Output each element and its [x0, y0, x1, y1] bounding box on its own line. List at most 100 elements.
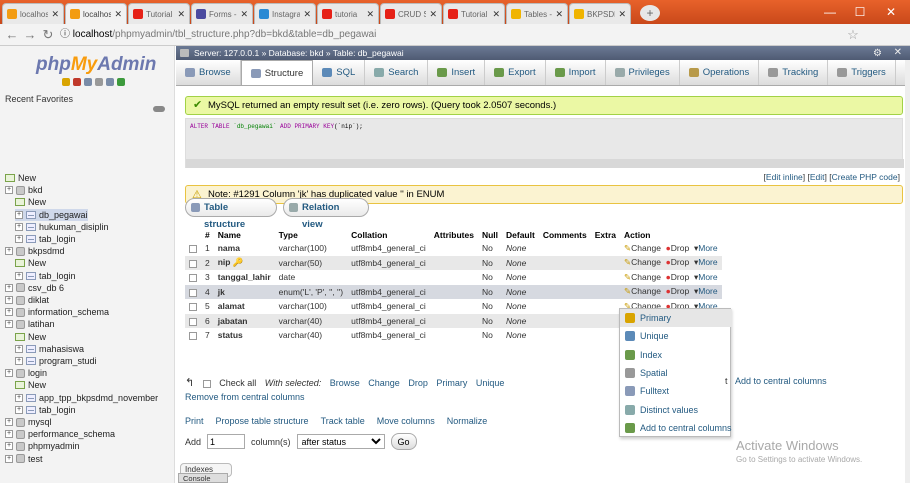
back-icon[interactable]: ←	[4, 27, 20, 42]
tree-table[interactable]: + db_pegawai	[15, 208, 88, 221]
row-checkbox[interactable]	[189, 332, 197, 340]
browser-tab[interactable]: Tables - ✕	[506, 3, 568, 24]
dropdown-item-primary[interactable]: Primary	[620, 309, 732, 327]
tab-close-icon[interactable]: ✕	[429, 9, 437, 20]
expand-icon[interactable]: +	[15, 271, 23, 280]
tab-search[interactable]: Search	[365, 60, 429, 85]
tab-import[interactable]: Import	[546, 60, 606, 85]
close-window-button[interactable]: ✕	[876, 2, 906, 22]
tree-new-item[interactable]: New	[15, 331, 46, 343]
row-checkbox[interactable]	[189, 303, 197, 311]
expand-icon[interactable]: +	[5, 247, 13, 256]
browser-tab[interactable]: Forms - ✕	[191, 3, 253, 24]
tab-triggers[interactable]: Triggers	[828, 60, 896, 85]
tab-close-icon[interactable]: ✕	[618, 9, 626, 20]
logout-icon[interactable]	[73, 78, 81, 86]
header-name[interactable]: Name	[214, 229, 275, 241]
tab-browse[interactable]: Browse	[176, 60, 241, 85]
go-button[interactable]: Go	[390, 433, 417, 450]
column-name[interactable]: status	[213, 328, 275, 343]
row-checkbox[interactable]	[189, 288, 197, 297]
expand-icon[interactable]: +	[5, 186, 13, 195]
tree-table[interactable]: + tab_login	[15, 404, 76, 416]
print-link[interactable]: Print	[185, 416, 204, 426]
drop-link[interactable]: Drop	[671, 257, 689, 267]
close-icon[interactable]: ✕	[894, 46, 902, 60]
sql-query-text[interactable]: ALTER TABLE `db_pegawai` ADD PRIMARY KEY…	[190, 123, 363, 130]
tab-tracking[interactable]: Tracking	[759, 60, 829, 85]
expand-icon[interactable]: +	[5, 283, 13, 292]
change-link[interactable]: Change	[631, 286, 661, 296]
column-name[interactable]: jabatan	[213, 313, 275, 328]
expand-icon[interactable]: +	[5, 442, 13, 451]
minimize-button[interactable]: —	[815, 2, 845, 22]
dropdown-item-fulltext[interactable]: Fulltext	[620, 382, 732, 400]
tree-database[interactable]: + performance_schema	[5, 428, 115, 440]
drop-link[interactable]: Drop	[671, 272, 689, 282]
tree-table[interactable]: + program_studi	[15, 355, 97, 367]
more-link[interactable]: More	[698, 286, 717, 296]
tree-new-item[interactable]: New	[5, 172, 36, 184]
tree-database[interactable]: + information_schema	[5, 306, 109, 318]
drop-link[interactable]: Drop	[671, 286, 689, 296]
tab-operations[interactable]: Operations	[680, 60, 760, 85]
tree-new-item[interactable]: New	[15, 379, 46, 391]
tree-database[interactable]: + latihan	[5, 318, 55, 330]
tab-privileges[interactable]: Privileges	[606, 60, 680, 85]
remove-central-columns-button[interactable]: Remove from central columns	[185, 392, 305, 402]
tree-table[interactable]: + tab_login	[15, 270, 76, 282]
expand-icon[interactable]: +	[15, 235, 23, 243]
tab-close-icon[interactable]: ✕	[240, 9, 248, 20]
bulk-browse-button[interactable]: Browse	[330, 378, 360, 388]
expand-icon[interactable]: +	[5, 369, 13, 378]
dropdown-item-index[interactable]: Index	[620, 346, 732, 364]
settings-icon[interactable]	[106, 78, 114, 86]
check-all-label[interactable]: Check all	[219, 378, 256, 388]
console-bar[interactable]: Console	[178, 473, 228, 483]
docs-icon[interactable]	[84, 78, 92, 86]
star-icon[interactable]: ☆	[845, 27, 861, 43]
bulk-unique-button[interactable]: Unique	[476, 378, 505, 388]
column-name[interactable]: tanggal_lahir	[213, 270, 275, 285]
change-link[interactable]: Change	[631, 272, 661, 282]
tab-insert[interactable]: Insert	[428, 60, 486, 85]
tree-table[interactable]: + tab_login	[15, 233, 76, 245]
tab-close-icon[interactable]: ✕	[366, 9, 374, 20]
relation-view-tab[interactable]: Relation view	[283, 198, 369, 230]
browser-tab[interactable]: localhost ✕	[65, 3, 127, 24]
help-icon[interactable]	[95, 78, 103, 86]
tree-database[interactable]: + mysql	[5, 416, 52, 428]
breadcrumb-text[interactable]: Server: 127.0.0.1 » Database: bkd » Tabl…	[194, 48, 404, 58]
forward-icon[interactable]: →	[22, 27, 38, 42]
move-columns-link[interactable]: Move columns	[377, 416, 435, 426]
column-position-select[interactable]: after status	[296, 434, 385, 449]
expand-icon[interactable]: +	[15, 344, 23, 353]
column-count-input[interactable]	[207, 434, 246, 449]
table-structure-tab[interactable]: Table structure	[185, 198, 277, 230]
row-checkbox[interactable]	[189, 274, 197, 282]
new-tab-button[interactable]: +	[640, 5, 660, 21]
propose-structure-link[interactable]: Propose table structure	[216, 416, 309, 426]
tab-close-icon[interactable]: ✕	[177, 9, 185, 20]
expand-icon[interactable]: +	[5, 308, 13, 317]
refresh-icon[interactable]	[117, 78, 125, 86]
tree-table[interactable]: + hukuman_disiplin	[15, 221, 109, 233]
tab-sql[interactable]: SQL	[313, 60, 366, 85]
expand-icon[interactable]: +	[5, 418, 13, 426]
tab-export[interactable]: Export	[485, 60, 546, 85]
edit-link[interactable]: Edit	[810, 172, 825, 182]
phpmyadmin-logo[interactable]: phpMyAdmin	[36, 54, 156, 76]
dropdown-item-add-to-central-columns[interactable]: Add to central columns	[620, 419, 732, 437]
home-icon[interactable]	[62, 78, 70, 86]
gear-icon[interactable]: ⚙	[873, 47, 882, 61]
browser-tab[interactable]: Instagram✕	[254, 3, 316, 24]
bulk-primary-button[interactable]: Primary	[436, 378, 467, 388]
tab-close-icon[interactable]: ✕	[555, 9, 563, 20]
tree-database[interactable]: + phpmyadmin	[5, 440, 80, 452]
bulk-add-central-columns[interactable]: t Add to central columns	[725, 376, 827, 386]
tree-new-item[interactable]: New	[15, 196, 46, 208]
reload-icon[interactable]: ↻	[40, 27, 56, 43]
expand-icon[interactable]: +	[5, 296, 13, 304]
tab-close-icon[interactable]: ✕	[303, 9, 311, 20]
tree-database[interactable]: + test	[5, 453, 43, 465]
